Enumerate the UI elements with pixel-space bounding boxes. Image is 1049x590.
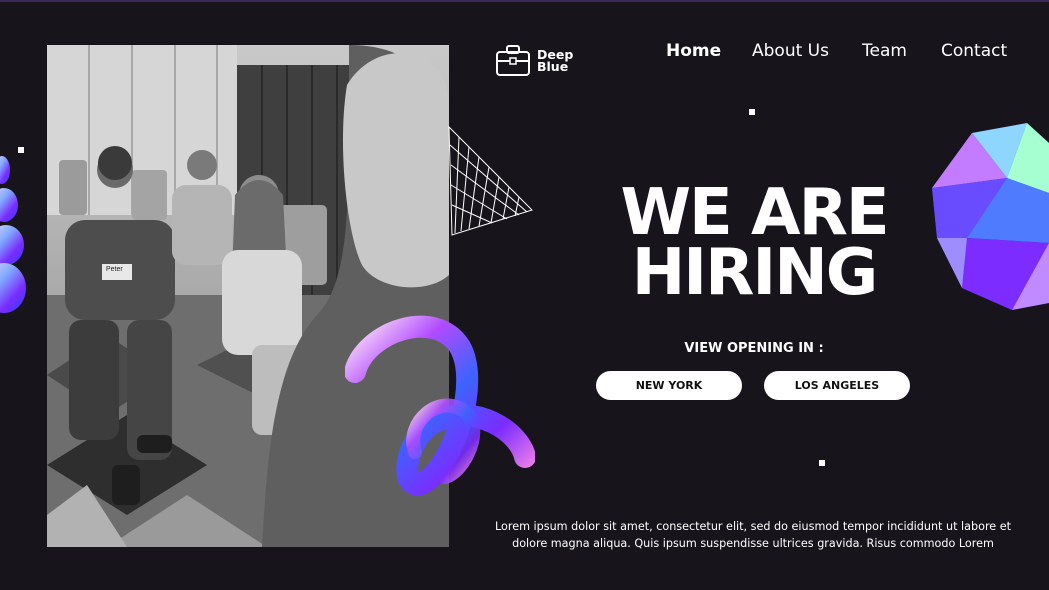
nav-home[interactable]: Home xyxy=(666,41,721,61)
decor-dot xyxy=(819,460,825,466)
name-tag: Peter xyxy=(106,266,123,273)
location-los-angeles-button[interactable]: LOS ANGELES xyxy=(764,371,910,400)
hero-description: Lorem ipsum dolor sit amet, consectetur … xyxy=(494,520,1012,550)
view-opening-label: VIEW OPENING IN : xyxy=(684,341,824,356)
spiral-3d-decoration xyxy=(0,156,26,313)
location-new-york-button[interactable]: NEW YORK xyxy=(596,371,742,400)
headline-line1: WE ARE xyxy=(620,176,889,250)
wireframe-grid-decoration xyxy=(448,125,533,236)
gem-3d-decoration xyxy=(932,123,1049,310)
decor-dot xyxy=(18,147,24,153)
main-nav: Home About Us Team Contact xyxy=(0,41,1049,63)
nav-about-us[interactable]: About Us xyxy=(752,41,829,61)
top-border xyxy=(0,0,1049,2)
nav-contact[interactable]: Contact xyxy=(941,41,1007,61)
headline-line2: HIRING xyxy=(631,236,879,310)
loop-3d-decoration xyxy=(345,315,535,496)
hero-headline: WE ARE HIRING xyxy=(560,176,948,310)
decor-dot xyxy=(749,109,755,115)
nav-team[interactable]: Team xyxy=(862,41,907,61)
